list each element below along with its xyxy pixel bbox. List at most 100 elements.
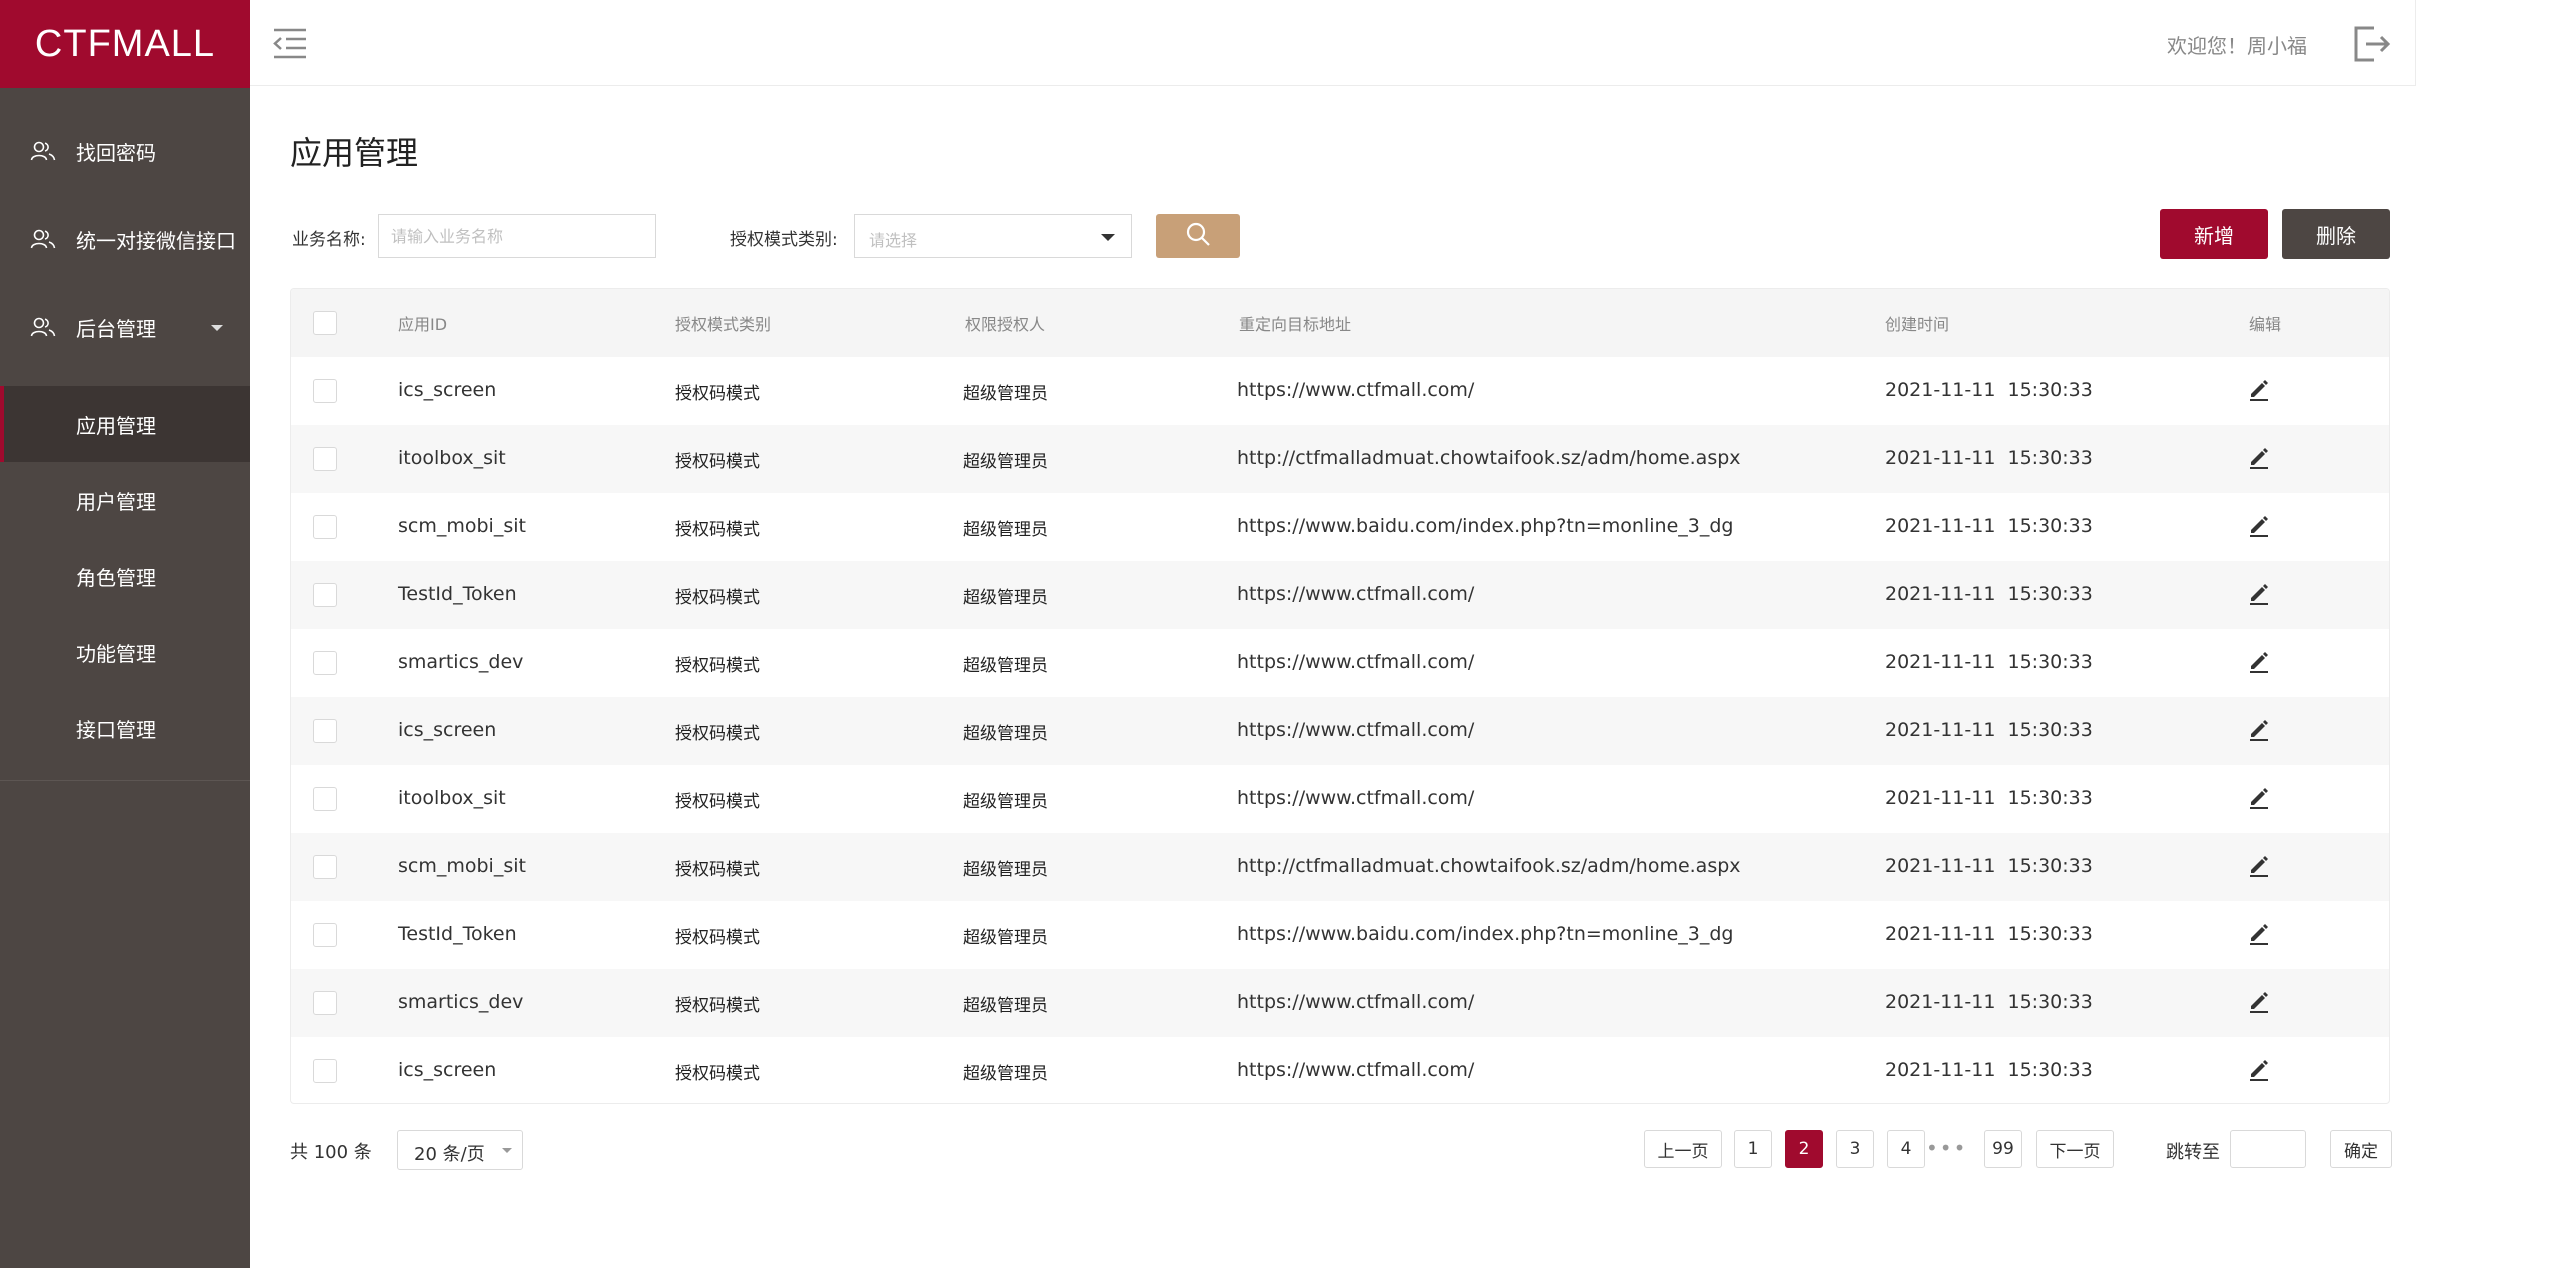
edit-icon[interactable] (2246, 376, 2272, 402)
cell-app-id: TestId_Token (398, 923, 517, 945)
column-header-authorizer[interactable]: 权限授权人 (965, 311, 1045, 335)
cell-authorizer: 超级管理员 (963, 452, 1048, 472)
row-checkbox[interactable] (313, 651, 337, 675)
next-page-button[interactable]: 下一页 (2036, 1130, 2114, 1168)
app-root: CTFMALL 找回密码 统一对接微信接口 后台管理 应用管理 用户管理 角色管… (0, 0, 2556, 1268)
column-header-redirect-url[interactable]: 重定向目标地址 (1239, 311, 1351, 335)
sidebar-item-backend-admin[interactable]: 后台管理 (0, 283, 250, 371)
sidebar-subitem-api-management[interactable]: 接口管理 (0, 690, 250, 766)
page-button-99[interactable]: 99 (1984, 1130, 2022, 1168)
table-row: smartics_dev 授权码模式 超级管理员 https://www.ctfmal… (291, 629, 2389, 697)
sidebar-subitem-app-management[interactable]: 应用管理 (0, 386, 250, 462)
user-icon (30, 228, 56, 250)
select-all-checkbox[interactable] (313, 311, 337, 335)
cell-auth-mode: 授权码模式 (675, 452, 760, 472)
search-button[interactable] (1156, 214, 1240, 258)
auth-mode-select[interactable]: 请选择 (854, 214, 1132, 258)
column-header-created-time[interactable]: 创建时间 (1885, 311, 1949, 335)
auth-mode-placeholder: 请选择 (869, 231, 918, 250)
sidebar-subitem-function-management[interactable]: 功能管理 (0, 614, 250, 690)
business-name-input[interactable] (378, 214, 656, 258)
cell-authorizer: 超级管理员 (963, 792, 1048, 812)
cell-authorizer: 超级管理员 (963, 656, 1048, 676)
cell-auth-mode: 授权码模式 (675, 656, 760, 676)
logout-icon[interactable] (2352, 24, 2392, 64)
row-checkbox[interactable] (313, 991, 337, 1015)
page-button-1[interactable]: 1 (1734, 1130, 1772, 1168)
table-row: ics_screen 授权码模式 超级管理员 https://www.ctfmall.… (291, 357, 2389, 425)
row-checkbox[interactable] (313, 447, 337, 471)
table-row: scm_mobi_sit 授权码模式 超级管理员 https://www.baidu.… (291, 493, 2389, 561)
total-count: 共 100 条 (290, 1142, 372, 1163)
page-button-4[interactable]: 4 (1887, 1130, 1925, 1168)
row-checkbox[interactable] (313, 1059, 337, 1083)
app-logo[interactable]: CTFMALL (0, 0, 250, 88)
cell-authorizer: 超级管理员 (963, 996, 1048, 1016)
column-header-app-id[interactable]: 应用ID (398, 311, 447, 335)
table-row: ics_screen 授权码模式 超级管理员 https://www.ctfmall.… (291, 697, 2389, 765)
cell-app-id: ics_screen (398, 1059, 497, 1081)
row-checkbox[interactable] (313, 719, 337, 743)
table-row: itoolbox_sit 授权码模式 超级管理员 https://www.ctfmal… (291, 765, 2389, 833)
cell-created-time: 2021-11-11 15:30:33 (1885, 855, 2093, 877)
sidebar-item-wechat-api[interactable]: 统一对接微信接口 (0, 195, 250, 283)
row-checkbox[interactable] (313, 855, 337, 879)
cell-app-id: smartics_dev (398, 991, 524, 1013)
pagination-ellipsis[interactable]: ••• (1926, 1136, 1967, 1160)
page-button-3[interactable]: 3 (1836, 1130, 1874, 1168)
goto-page-input[interactable] (2230, 1130, 2306, 1168)
cell-app-id: itoolbox_sit (398, 787, 506, 809)
edit-icon[interactable] (2246, 648, 2272, 674)
cell-auth-mode: 授权码模式 (675, 384, 760, 404)
sidebar-subitem-user-management[interactable]: 用户管理 (0, 462, 250, 538)
edit-icon[interactable] (2246, 988, 2272, 1014)
cell-auth-mode: 授权码模式 (675, 996, 760, 1016)
cell-redirect-url: https://www.ctfmall.com/ (1237, 719, 1475, 741)
page-button-2-current[interactable]: 2 (1785, 1130, 1823, 1168)
table-row: TestId_Token 授权码模式 超级管理员 https://www.baidu.… (291, 901, 2389, 969)
page-size-select[interactable]: 20 条/页 (397, 1130, 523, 1170)
row-checkbox[interactable] (313, 923, 337, 947)
cell-authorizer: 超级管理员 (963, 860, 1048, 880)
row-checkbox[interactable] (313, 583, 337, 607)
edit-icon[interactable] (2246, 512, 2272, 538)
cell-authorizer: 超级管理员 (963, 520, 1048, 540)
user-icon (30, 140, 56, 162)
row-checkbox[interactable] (313, 379, 337, 403)
sidebar-subitem-role-management[interactable]: 角色管理 (0, 538, 250, 614)
sidebar-item-label: 找回密码 (76, 140, 156, 165)
goto-confirm-button[interactable]: 确定 (2330, 1130, 2392, 1168)
edit-icon[interactable] (2246, 444, 2272, 470)
row-checkbox[interactable] (313, 787, 337, 811)
table-row: TestId_Token 授权码模式 超级管理员 https://www.ctfmal… (291, 561, 2389, 629)
edit-icon[interactable] (2246, 716, 2272, 742)
cell-auth-mode: 授权码模式 (675, 724, 760, 744)
column-header-auth-mode[interactable]: 授权模式类别 (675, 311, 771, 335)
edit-icon[interactable] (2246, 920, 2272, 946)
cell-auth-mode: 授权码模式 (675, 792, 760, 812)
cell-redirect-url: https://www.ctfmall.com/ (1237, 651, 1475, 673)
cell-authorizer: 超级管理员 (963, 928, 1048, 948)
add-button[interactable]: 新增 (2160, 209, 2268, 259)
edit-icon[interactable] (2246, 852, 2272, 878)
cell-app-id: itoolbox_sit (398, 447, 506, 469)
row-checkbox[interactable] (313, 515, 337, 539)
sidebar: CTFMALL 找回密码 统一对接微信接口 后台管理 应用管理 用户管理 角色管… (0, 0, 250, 1268)
column-header-edit: 编辑 (2249, 315, 2282, 334)
sidebar-item-label: 统一对接微信接口 (76, 228, 236, 253)
top-header: 欢迎您！周小福 (250, 0, 2416, 86)
cell-redirect-url: https://www.ctfmall.com/ (1237, 583, 1475, 605)
edit-icon[interactable] (2246, 1056, 2272, 1082)
cell-app-id: TestId_Token (398, 583, 517, 605)
cell-auth-mode: 授权码模式 (675, 860, 760, 880)
sidebar-item-recover-password[interactable]: 找回密码 (0, 107, 250, 195)
prev-page-button[interactable]: 上一页 (1644, 1130, 1722, 1168)
edit-icon[interactable] (2246, 784, 2272, 810)
cell-app-id: scm_mobi_sit (398, 855, 526, 877)
cell-created-time: 2021-11-11 15:30:33 (1885, 515, 2093, 537)
edit-icon[interactable] (2246, 580, 2272, 606)
caret-down-icon (502, 1148, 512, 1153)
cell-redirect-url: https://www.ctfmall.com/ (1237, 1059, 1475, 1081)
delete-button[interactable]: 删除 (2282, 209, 2390, 259)
menu-collapse-icon[interactable] (272, 26, 308, 60)
